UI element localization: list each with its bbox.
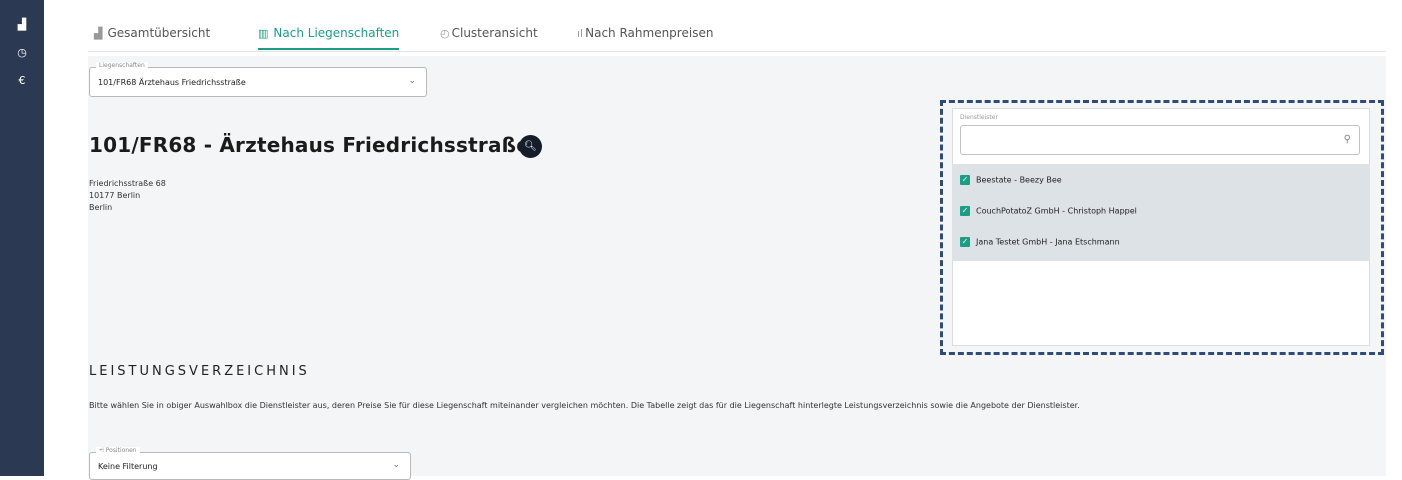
page-title: 101/FR68 - Ärztehaus Friedrichsstraße — [89, 133, 530, 157]
chart-icon[interactable]: ▟ — [0, 18, 44, 32]
positions-select-legend: ⩤ Positionen — [96, 447, 140, 455]
tab-clusteransicht[interactable]: ◴ Clusteransicht — [440, 18, 538, 50]
tab-bar: ▟ Gesamtübersicht ▥ Nach Liegenschaften ◴ C… — [88, 18, 1388, 52]
tab-label: Nach Liegenschaften — [273, 26, 400, 40]
dienstleister-search-input[interactable]: ⚲ — [960, 125, 1360, 155]
section-title: LEISTUNGSVERZEICHNIS — [89, 364, 310, 379]
tab-label: Nach Rahmenpreisen — [585, 26, 714, 40]
option-label: CouchPotatoZ GmbH - Christoph Happel — [976, 206, 1137, 216]
dienstleister-label: Dienstleister — [960, 114, 998, 121]
tab-nach-rahmenpreisen[interactable]: ıl Nach Rahmenpreisen — [577, 18, 713, 50]
property-select-value: 101/FR68 Ärztehaus Friedrichsstraße — [98, 78, 246, 87]
clock-icon[interactable]: ◷ — [0, 46, 44, 60]
section-description: Bitte wählen Sie in obiger Auswahlbox di… — [89, 401, 1080, 410]
search-icon[interactable]: 🔍︎ — [519, 135, 542, 158]
search-icon: ⚲ — [1343, 134, 1351, 145]
address-zip-city: 10177 Berlin — [89, 191, 141, 200]
checkbox-checked-icon[interactable]: ✓ — [960, 237, 970, 247]
property-select[interactable]: Liegenschaften 101/FR68 Ärztehaus Friedr… — [89, 62, 427, 97]
chevron-down-icon: ⌄ — [392, 460, 400, 470]
euro-icon[interactable]: € — [0, 74, 44, 88]
tab-label: Gesamtübersicht — [107, 26, 211, 40]
dienstleister-option-beestate[interactable]: ✓ Beestate - Beezy Bee — [960, 175, 1062, 185]
property-select-legend: Liegenschaften — [96, 62, 148, 69]
tab-nach-liegenschaften[interactable]: ▥ Nach Liegenschaften — [258, 18, 400, 50]
sidebar: ▟ ◷ € — [0, 0, 44, 476]
option-label: Beestate - Beezy Bee — [976, 175, 1062, 185]
positions-select-value: Keine Filterung — [98, 462, 158, 471]
tab-label: Clusteransicht — [451, 26, 538, 40]
chart-icon: ▟ — [94, 27, 103, 40]
bar-chart-icon: ıl — [577, 27, 584, 40]
address-city: Berlin — [89, 203, 113, 212]
dienstleister-option-jana-testet[interactable]: ✓ Jana Testet GmbH - Jana Etschmann — [960, 237, 1120, 247]
positions-legend-text: Positionen — [105, 447, 137, 454]
chevron-down-icon: ⌄ — [408, 76, 416, 86]
building-icon: ▥ — [258, 27, 269, 40]
tab-divider — [88, 51, 1386, 52]
dashboard-icon: ◴ — [440, 27, 450, 40]
filter-icon: ⩤ — [99, 447, 104, 454]
option-label: Jana Testet GmbH - Jana Etschmann — [976, 237, 1120, 247]
address-street: Friedrichsstraße 68 — [89, 179, 166, 188]
checkbox-checked-icon[interactable]: ✓ — [960, 206, 970, 216]
dienstleister-option-couchpotatoz[interactable]: ✓ CouchPotatoZ GmbH - Christoph Happel — [960, 206, 1137, 216]
checkbox-checked-icon[interactable]: ✓ — [960, 175, 970, 185]
tab-gesamtuebersicht[interactable]: ▟ Gesamtübersicht — [94, 18, 210, 50]
